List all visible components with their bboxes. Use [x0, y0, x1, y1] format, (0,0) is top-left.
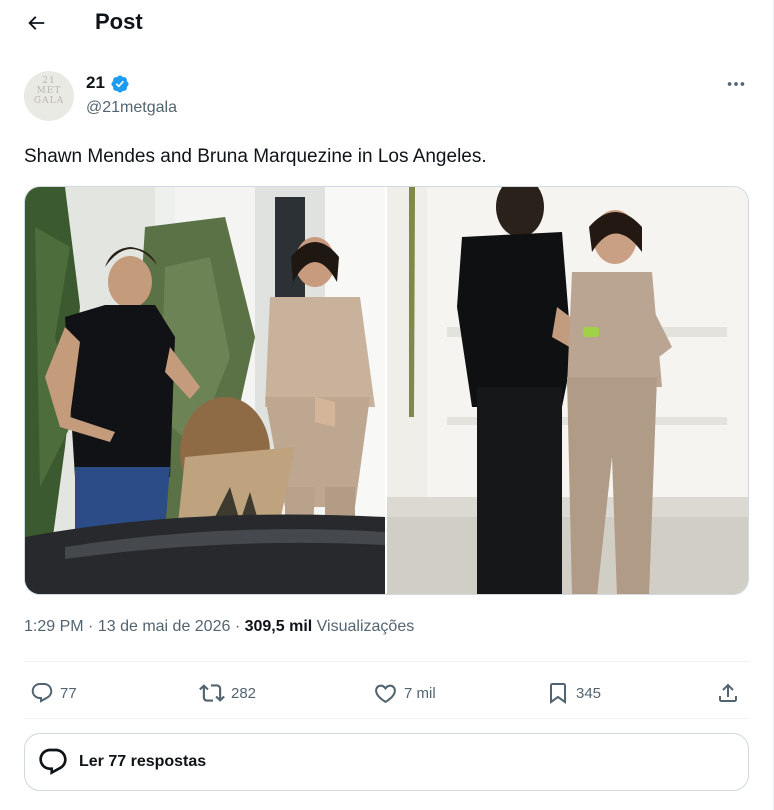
- back-button[interactable]: [18, 6, 54, 40]
- views-label: Visualizações: [316, 618, 415, 635]
- arrow-left-icon: [28, 16, 45, 30]
- speech-bubble-icon: [39, 748, 67, 775]
- heart-icon: [375, 684, 396, 703]
- bookmark-button[interactable]: 345: [546, 678, 601, 708]
- photo-right[interactable]: [387, 187, 748, 594]
- share-button[interactable]: [716, 678, 740, 708]
- avatar[interactable]: 21 MET GALA: [24, 71, 74, 121]
- page-header: Post: [0, 0, 774, 46]
- speech-bubble-icon: [31, 683, 53, 703]
- photo-left-image: [25, 187, 385, 594]
- photo-left[interactable]: [25, 187, 385, 594]
- bookmark-icon: [550, 683, 566, 704]
- author-name[interactable]: 21: [86, 73, 105, 93]
- repost-arrows-icon: [199, 684, 225, 702]
- share-upload-icon: [719, 683, 737, 702]
- verified-badge-icon: [111, 75, 129, 93]
- reply-count: 77: [60, 684, 77, 702]
- repost-button[interactable]: 282: [199, 678, 256, 708]
- tweet-text: Shawn Mendes and Bruna Marquezine in Los…: [24, 146, 487, 167]
- avatar-logo-text: 21 MET GALA: [33, 76, 65, 106]
- like-count: 7 mil: [404, 684, 436, 702]
- meta-separator: ·: [88, 618, 94, 635]
- ellipsis-icon: [727, 82, 745, 86]
- photo-right-image: [387, 187, 748, 594]
- divider: [24, 661, 749, 662]
- more-options-button[interactable]: [720, 72, 752, 96]
- views-count: 309,5 mil: [244, 618, 313, 635]
- reply-button[interactable]: 77: [30, 678, 77, 708]
- divider: [24, 718, 749, 719]
- read-replies-button[interactable]: Ler 77 respostas: [24, 733, 749, 791]
- page-title: Post: [95, 9, 143, 34]
- media-grid: [24, 186, 749, 595]
- bookmark-count: 345: [576, 684, 602, 702]
- tweet-time[interactable]: 1:29 PM: [24, 618, 84, 635]
- like-button[interactable]: 7 mil: [373, 678, 436, 708]
- repost-count: 282: [231, 684, 257, 702]
- tweet-meta: 1:29 PM · 13 de mai de 2026 · 309,5 mil …: [24, 618, 414, 636]
- read-replies-label: Ler 77 respostas: [79, 753, 207, 770]
- author-handle[interactable]: @21metgala: [86, 99, 177, 117]
- post-page: Post 21 MET GALA 21 @21metgala Shawn Men…: [0, 0, 774, 810]
- tweet-date[interactable]: 13 de mai de 2026: [98, 618, 231, 635]
- meta-separator: ·: [234, 618, 241, 635]
